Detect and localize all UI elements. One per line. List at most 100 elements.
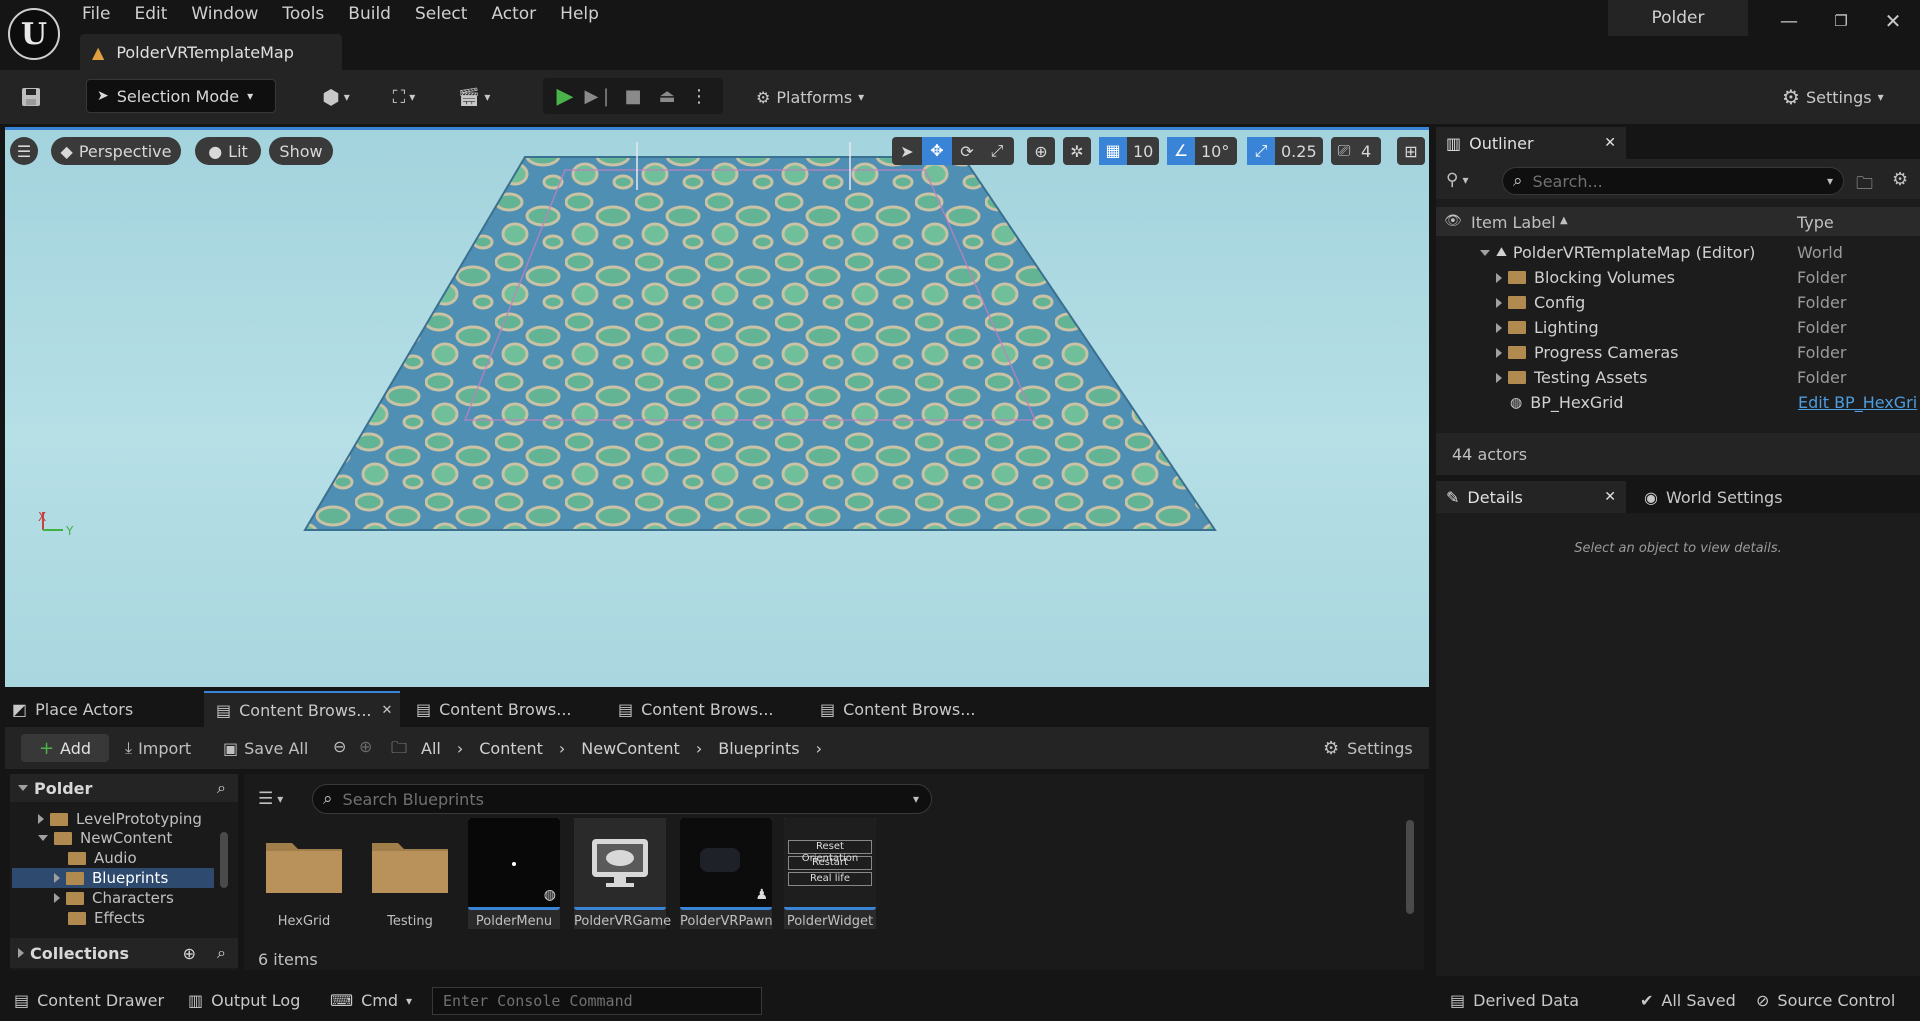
- tab-place-actors[interactable]: ◩ Place Actors: [0, 691, 200, 727]
- rotation-snap[interactable]: ∠ 10°: [1167, 137, 1237, 165]
- menu-edit[interactable]: Edit: [122, 0, 179, 30]
- add-actor-button[interactable]: ⬢ ▾: [314, 82, 358, 112]
- asset-folder-testing[interactable]: Testing: [364, 818, 456, 929]
- viewport-menu-button[interactable]: ☰: [10, 137, 38, 165]
- selection-mode-dropdown[interactable]: ➤ Selection Mode ▾: [86, 79, 276, 113]
- grid-snap[interactable]: ▦ 10: [1099, 137, 1159, 165]
- add-folder-icon[interactable]: 🗀: [1856, 171, 1873, 200]
- tab-content-browser-2[interactable]: ▤ Content Brows...: [404, 691, 600, 727]
- tree-item[interactable]: Characters: [54, 888, 174, 908]
- all-saved-button[interactable]: ✔ All Saved: [1640, 980, 1736, 1021]
- asset-poldervrgame[interactable]: PolderVRGame: [574, 818, 671, 929]
- tree-item[interactable]: LevelPrototyping: [38, 810, 202, 828]
- content-drawer-button[interactable]: ▤ Content Drawer: [14, 980, 164, 1021]
- cinematics-button[interactable]: 🎬︎ ▾: [452, 82, 496, 112]
- outliner-search-input[interactable]: ⌕ Search... ▾: [1502, 167, 1844, 195]
- forward-icon[interactable]: ⊕: [359, 737, 372, 756]
- minimize-icon[interactable]: —: [1774, 6, 1804, 36]
- menu-window[interactable]: Window: [179, 0, 270, 30]
- blueprint-search-input[interactable]: ⌕ Search Blueprints ▾: [312, 784, 932, 814]
- rotate-tool-icon[interactable]: ⟳: [952, 142, 982, 161]
- tree-item-selected[interactable]: Blueprints: [12, 868, 214, 888]
- breadcrumb-item[interactable]: All: [421, 739, 441, 758]
- import-button[interactable]: ⤓ Import: [125, 734, 191, 762]
- folder-icon[interactable]: 🗀: [391, 737, 407, 764]
- menu-file[interactable]: File: [70, 0, 122, 30]
- perspective-button[interactable]: ◆ Perspective: [51, 137, 181, 165]
- more-options-icon[interactable]: ⋮: [687, 82, 711, 110]
- back-icon[interactable]: ⊖: [333, 737, 346, 756]
- step-icon[interactable]: ▶❘: [585, 82, 614, 110]
- tree-item[interactable]: NewContent: [38, 828, 172, 848]
- restore-icon[interactable]: ❐: [1826, 6, 1856, 36]
- filter-button[interactable]: ⚲ ▾: [1446, 167, 1468, 193]
- menu-build[interactable]: Build: [336, 0, 403, 30]
- breadcrumb-item[interactable]: Content: [479, 739, 543, 758]
- tab-content-browser-1[interactable]: ▤ Content Brows... ✕: [204, 691, 400, 727]
- outliner-row[interactable]: Lighting Folder: [1436, 315, 1920, 340]
- tree-scrollbar[interactable]: [220, 832, 228, 888]
- stop-icon[interactable]: ■: [619, 82, 647, 110]
- derived-data-button[interactable]: ▤ Derived Data: [1450, 980, 1579, 1021]
- close-icon[interactable]: ✕: [1604, 489, 1616, 505]
- tree-item[interactable]: Effects: [68, 908, 145, 928]
- breadcrumb-item[interactable]: Blueprints: [718, 739, 799, 758]
- unreal-logo-icon[interactable]: U: [8, 8, 60, 60]
- visibility-icon[interactable]: 👁︎: [1444, 213, 1462, 229]
- asset-scrollbar[interactable]: [1406, 820, 1414, 914]
- outliner-row[interactable]: Config Folder: [1436, 290, 1920, 315]
- console-input[interactable]: Enter Console Command: [432, 987, 762, 1015]
- details-tab[interactable]: ✎ Details ✕: [1436, 481, 1626, 513]
- add-button[interactable]: + Add: [21, 734, 109, 762]
- map-tab[interactable]: ▲ PolderVRTemplateMap: [80, 34, 342, 70]
- tab-content-browser-4[interactable]: ▤ Content Brows...: [808, 691, 1004, 727]
- tab-content-browser-3[interactable]: ▤ Content Brows...: [606, 691, 802, 727]
- level-viewport[interactable]: X Y ☰ ◆ Perspective ● Lit Show ➤ ✥ ⟳ ⤢ ⊕ ✲…: [5, 127, 1429, 687]
- breadcrumb-item[interactable]: NewContent: [581, 739, 680, 758]
- asset-folder-hexgrid[interactable]: HexGrid: [258, 818, 350, 929]
- scale-tool-icon[interactable]: ⤢: [982, 141, 1012, 161]
- viewport-layout-button[interactable]: ⊞: [1397, 137, 1425, 165]
- outliner-row[interactable]: Blocking Volumes Folder: [1436, 265, 1920, 290]
- scale-snap[interactable]: ⤢ 0.25: [1247, 137, 1323, 165]
- gear-icon[interactable]: ⚙: [1892, 169, 1908, 190]
- select-tool-icon[interactable]: ➤: [892, 142, 922, 161]
- search-icon[interactable]: ⌕: [217, 778, 226, 798]
- platforms-dropdown[interactable]: ⚙ Platforms ▾: [756, 82, 864, 112]
- save-icon[interactable]: [18, 84, 44, 110]
- add-collection-icon[interactable]: ⊕: [183, 944, 196, 963]
- eject-icon[interactable]: ⏏: [653, 82, 681, 110]
- menu-tools[interactable]: Tools: [270, 0, 336, 30]
- asset-poldermenu[interactable]: ◍ PolderMenu: [468, 818, 560, 929]
- tree-root[interactable]: Polder ⌕: [10, 774, 238, 802]
- play-icon[interactable]: ▶: [551, 82, 579, 110]
- menu-select[interactable]: Select: [403, 0, 479, 30]
- asset-polderwidget[interactable]: Reset Orientation Restart Real life Pold…: [784, 818, 876, 929]
- outliner-row[interactable]: ⛰ PolderVRTemplateMap (Editor) World: [1436, 240, 1920, 265]
- search-icon[interactable]: ⌕: [217, 943, 226, 963]
- outliner-row[interactable]: Progress Cameras Folder: [1436, 340, 1920, 365]
- outliner-row[interactable]: Testing Assets Folder: [1436, 365, 1920, 390]
- close-icon[interactable]: ✕: [382, 703, 393, 718]
- asset-poldervrpawn[interactable]: ♟ PolderVRPawn: [680, 818, 773, 929]
- settings-dropdown[interactable]: ⚙ Settings ▾: [1782, 82, 1884, 112]
- cb-settings-button[interactable]: ⚙ Settings: [1323, 734, 1413, 762]
- camera-speed[interactable]: ⎚ 4: [1331, 137, 1381, 165]
- collections-header[interactable]: Collections ⊕ ⌕: [10, 938, 238, 968]
- menu-help[interactable]: Help: [548, 0, 611, 30]
- source-control-button[interactable]: ⊘ Source Control: [1756, 980, 1895, 1021]
- cmd-dropdown[interactable]: ⌨ Cmd ▾: [330, 980, 412, 1021]
- close-icon[interactable]: ✕: [1878, 6, 1908, 36]
- surface-snap-toggle[interactable]: ✲: [1063, 137, 1091, 165]
- tree-item[interactable]: Audio: [68, 848, 137, 868]
- move-tool-icon[interactable]: ✥: [922, 137, 952, 165]
- filter-button[interactable]: ☰ ▾: [258, 786, 283, 812]
- menu-actor[interactable]: Actor: [479, 0, 548, 30]
- save-all-button[interactable]: ▣ Save All: [223, 734, 308, 762]
- edit-blueprint-link[interactable]: Edit BP_HexGri: [1798, 393, 1917, 412]
- show-button[interactable]: Show: [269, 137, 333, 165]
- output-log-button[interactable]: ▥ Output Log: [188, 980, 300, 1021]
- blueprint-button[interactable]: ⛶ ▾: [382, 82, 426, 112]
- col-type[interactable]: Type: [1797, 213, 1834, 232]
- world-settings-tab[interactable]: ◉ World Settings: [1644, 481, 1783, 513]
